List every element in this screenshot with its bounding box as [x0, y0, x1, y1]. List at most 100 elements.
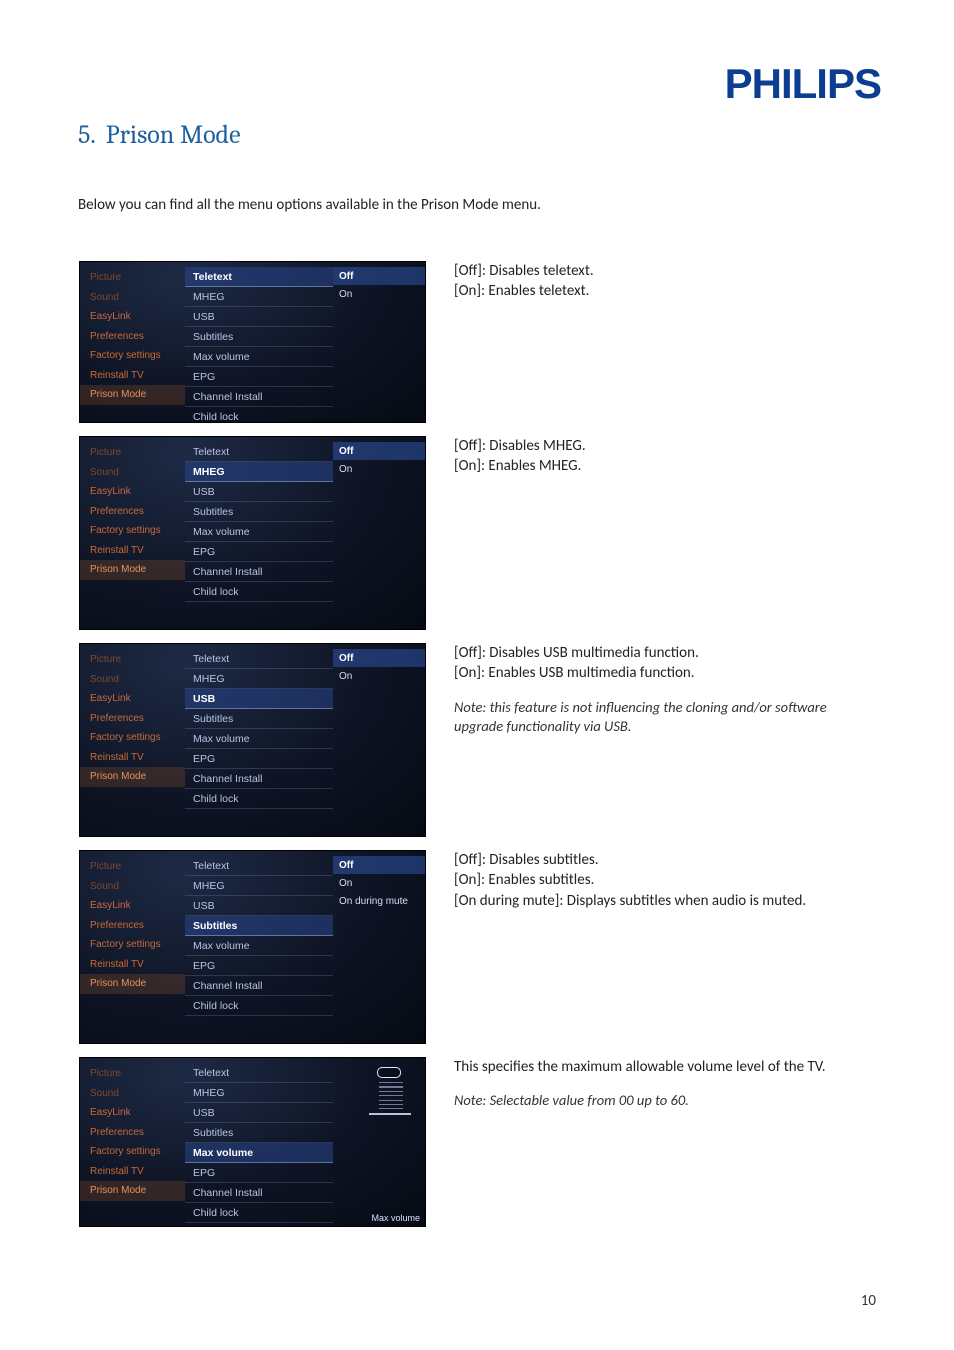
mid-menu-item[interactable]: USB — [185, 689, 333, 709]
mid-menu-item[interactable]: Teletext — [185, 442, 333, 462]
mid-menu-item[interactable]: Teletext — [185, 649, 333, 669]
option-off[interactable]: Off — [333, 442, 425, 460]
left-menu-item[interactable]: Preferences — [80, 709, 185, 729]
left-menu-item[interactable]: Sound — [80, 288, 185, 308]
mid-menu-item[interactable]: EPG — [185, 749, 333, 769]
mid-menu-item[interactable]: Child lock — [185, 582, 333, 602]
mid-menu-item[interactable]: MHEG — [185, 462, 333, 482]
brand-logo: PHILIPS — [725, 60, 881, 108]
description-note: Note: this feature is not influencing th… — [454, 698, 875, 737]
mid-menu-item[interactable]: Max volume — [185, 522, 333, 542]
mid-menu: TeletextMHEGUSBSubtitlesMax volumeEPGCha… — [185, 437, 333, 629]
description-line: [Off]: Disables teletext. — [454, 261, 875, 281]
left-menu-item[interactable]: Reinstall TV — [80, 366, 185, 386]
left-menu-item[interactable]: Preferences — [80, 502, 185, 522]
description-note: Note: Selectable value from 00 up to 60. — [454, 1091, 875, 1111]
left-menu: PictureSoundEasyLinkPreferencesFactory s… — [80, 437, 185, 629]
mid-menu-item[interactable]: Max volume — [185, 936, 333, 956]
mid-menu-item[interactable]: USB — [185, 1103, 333, 1123]
mid-menu-item[interactable]: Max volume — [185, 347, 333, 367]
left-menu-item[interactable]: Sound — [80, 670, 185, 690]
left-menu-item[interactable]: Preferences — [80, 916, 185, 936]
menu-options-table: PictureSoundEasyLinkPreferencesFactory s… — [78, 260, 876, 1239]
left-menu-item[interactable]: EasyLink — [80, 307, 185, 327]
mid-menu: TeletextMHEGUSBSubtitlesMax volumeEPGCha… — [185, 1058, 333, 1226]
description-cell: [Off]: Disables subtitles.[On]: Enables … — [438, 849, 876, 1056]
left-menu-item[interactable]: Factory settings — [80, 935, 185, 955]
mid-menu-item[interactable]: Subtitles — [185, 916, 333, 936]
volume-slider[interactable]: Max volume — [333, 1063, 425, 1122]
left-menu-item[interactable]: Factory settings — [80, 1142, 185, 1162]
option-on-during-mute[interactable]: On during mute — [333, 892, 425, 910]
left-menu-item[interactable]: EasyLink — [80, 896, 185, 916]
mid-menu-item[interactable]: EPG — [185, 542, 333, 562]
left-menu-item[interactable]: Prison Mode — [80, 1181, 185, 1201]
option-off[interactable]: Off — [333, 856, 425, 874]
mid-menu-item[interactable]: EPG — [185, 367, 333, 387]
left-menu-item[interactable]: Reinstall TV — [80, 541, 185, 561]
left-menu-item[interactable]: Picture — [80, 1064, 185, 1084]
option-on[interactable]: On — [333, 460, 425, 478]
tv-menu-screenshot: PictureSoundEasyLinkPreferencesFactory s… — [79, 261, 426, 423]
left-menu-item[interactable]: EasyLink — [80, 689, 185, 709]
mid-menu-item[interactable]: Subtitles — [185, 1123, 333, 1143]
mid-menu-item[interactable]: Child lock — [185, 789, 333, 809]
left-menu-item[interactable]: Picture — [80, 650, 185, 670]
mid-menu-item[interactable]: USB — [185, 482, 333, 502]
left-menu-item[interactable]: Factory settings — [80, 728, 185, 748]
mid-menu-item[interactable]: Subtitles — [185, 502, 333, 522]
left-menu-item[interactable]: Preferences — [80, 327, 185, 347]
mid-menu-item[interactable]: MHEG — [185, 876, 333, 896]
mid-menu-item[interactable]: EPG — [185, 1163, 333, 1183]
table-row: PictureSoundEasyLinkPreferencesFactory s… — [78, 849, 876, 1056]
option-on[interactable]: On — [333, 667, 425, 685]
left-menu-item[interactable]: Prison Mode — [80, 385, 185, 405]
mid-menu-item[interactable]: Channel Install — [185, 976, 333, 996]
option-off[interactable]: Off — [333, 649, 425, 667]
mid-menu-item[interactable]: Channel Install — [185, 562, 333, 582]
left-menu-item[interactable]: Picture — [80, 443, 185, 463]
left-menu-item[interactable]: Sound — [80, 877, 185, 897]
option-off[interactable]: Off — [333, 267, 425, 285]
left-menu-item[interactable]: Preferences — [80, 1123, 185, 1143]
left-menu-item[interactable]: Prison Mode — [80, 974, 185, 994]
slider-knob-icon[interactable] — [377, 1067, 401, 1078]
mid-menu-item[interactable]: MHEG — [185, 287, 333, 307]
mid-menu-item[interactable]: Max volume — [185, 1143, 333, 1163]
option-on[interactable]: On — [333, 874, 425, 892]
left-menu-item[interactable]: Reinstall TV — [80, 1162, 185, 1182]
mid-menu-item[interactable]: Max volume — [185, 729, 333, 749]
mid-menu-item[interactable]: Child lock — [185, 407, 333, 423]
left-menu-item[interactable]: Picture — [80, 857, 185, 877]
left-menu-item[interactable]: Prison Mode — [80, 767, 185, 787]
left-menu-item[interactable]: EasyLink — [80, 482, 185, 502]
mid-menu-item[interactable]: Teletext — [185, 856, 333, 876]
mid-menu-item[interactable]: Channel Install — [185, 769, 333, 789]
left-menu-item[interactable]: Prison Mode — [80, 560, 185, 580]
left-menu-item[interactable]: Factory settings — [80, 346, 185, 366]
mid-menu-item[interactable]: Teletext — [185, 1063, 333, 1083]
mid-menu-item[interactable]: MHEG — [185, 1083, 333, 1103]
left-menu-item[interactable]: Sound — [80, 463, 185, 483]
mid-menu-item[interactable]: Channel Install — [185, 387, 333, 407]
mid-menu-item[interactable]: USB — [185, 307, 333, 327]
mid-menu-item[interactable]: Subtitles — [185, 709, 333, 729]
description-line: [Off]: Disables subtitles. — [454, 850, 875, 870]
mid-menu-item[interactable]: Child lock — [185, 1203, 333, 1223]
left-menu-item[interactable]: Reinstall TV — [80, 955, 185, 975]
left-menu-item[interactable]: EasyLink — [80, 1103, 185, 1123]
mid-menu-item[interactable]: Subtitles — [185, 327, 333, 347]
left-menu-item[interactable]: Factory settings — [80, 521, 185, 541]
description-cell: This specifies the maximum allowable vol… — [438, 1056, 876, 1239]
left-menu-item[interactable]: Sound — [80, 1084, 185, 1104]
option-on[interactable]: On — [333, 285, 425, 303]
mid-menu-item[interactable]: MHEG — [185, 669, 333, 689]
left-menu-item[interactable]: Picture — [80, 268, 185, 288]
mid-menu-item[interactable]: EPG — [185, 956, 333, 976]
mid-menu-item[interactable]: Teletext — [185, 267, 333, 287]
table-row: PictureSoundEasyLinkPreferencesFactory s… — [78, 642, 876, 849]
mid-menu-item[interactable]: Child lock — [185, 996, 333, 1016]
mid-menu-item[interactable]: Channel Install — [185, 1183, 333, 1203]
mid-menu-item[interactable]: USB — [185, 896, 333, 916]
left-menu-item[interactable]: Reinstall TV — [80, 748, 185, 768]
